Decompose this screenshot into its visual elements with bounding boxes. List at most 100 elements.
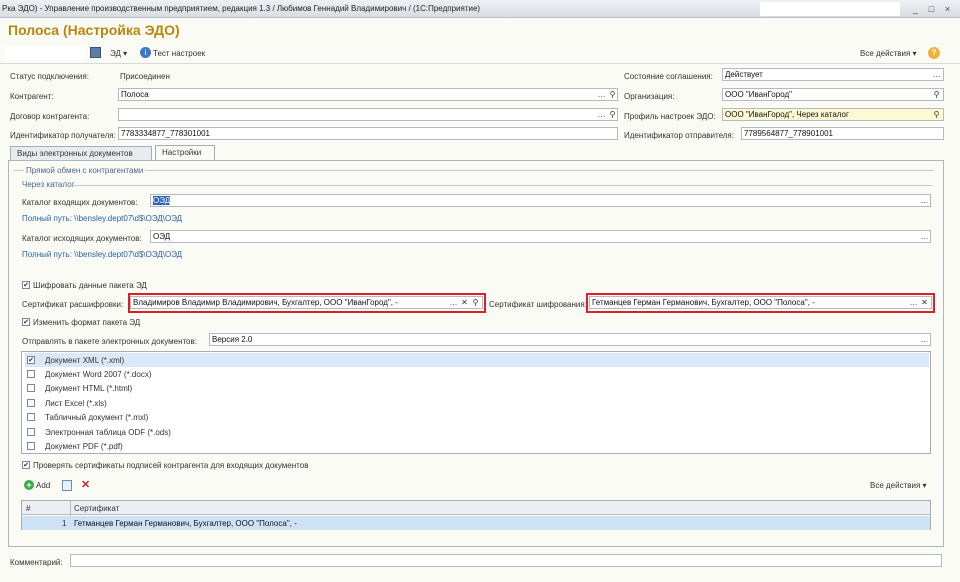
maximize-button[interactable]: □ (925, 3, 938, 15)
decrypt-cert-label: Сертификат расшифровки: (22, 300, 124, 309)
counterparty-select-button[interactable]: … (596, 89, 607, 100)
agreement-label: Состояние соглашения: (624, 72, 713, 81)
save-icon[interactable] (90, 47, 101, 58)
subgroup-divider (70, 185, 932, 186)
organization-label: Организация: (624, 92, 675, 101)
sender-id-field[interactable]: 7789564877_778901001 (741, 127, 944, 140)
format-label: Электронная таблица ODF (*.ods) (45, 428, 171, 437)
list-item[interactable]: ✔ Документ XML (*.xml) (25, 353, 929, 367)
counterparty-field[interactable]: Полоса (118, 88, 618, 101)
counterparty-label: Контрагент: (10, 92, 54, 101)
change-format-checkbox[interactable]: ✔ (22, 318, 30, 326)
receiver-id-value: 7783334877_778301001 (121, 129, 210, 138)
add-button[interactable]: Add (36, 481, 50, 490)
format-label: Табличный документ (*.mxl) (45, 413, 149, 422)
list-item[interactable]: Документ PDF (*.pdf) (25, 439, 929, 453)
copy-icon[interactable] (62, 480, 72, 491)
incoming-field[interactable]: ОЭД (150, 194, 931, 207)
format-label: Документ XML (*.xml) (45, 356, 125, 365)
add-icon[interactable]: + (24, 480, 34, 490)
subgroup-title: Через каталог (22, 180, 75, 189)
organization-field[interactable]: ООО "ИванГород" (722, 88, 944, 101)
ed-menu-button[interactable]: ЭД ▾ (110, 49, 127, 58)
profile-search-icon[interactable]: ⚲ (931, 109, 942, 120)
send-format-label: Отправлять в пакете электронных документ… (22, 337, 197, 346)
toolbar-divider (0, 63, 960, 64)
profile-value: ООО "ИванГород", Через каталог (725, 110, 849, 119)
format-label: Документ PDF (*.pdf) (45, 442, 123, 451)
contract-select-button[interactable]: … (596, 109, 607, 120)
verify-checkbox[interactable]: ✔ (22, 461, 30, 469)
close-button[interactable]: × (941, 3, 954, 15)
incoming-label: Каталог входящих документов: (22, 198, 138, 207)
profile-label: Профиль настроек ЭДО: (624, 112, 716, 121)
incoming-select-button[interactable]: … (919, 195, 930, 206)
format-checkbox[interactable] (27, 428, 35, 436)
send-format-field[interactable]: Версия 2.0 (209, 333, 931, 346)
test-settings-button[interactable]: Тест настроек (153, 49, 205, 58)
incoming-path: Полный путь: \\bensley.dept07\d$\ОЭД\ОЭД (22, 214, 183, 223)
format-checkbox[interactable] (27, 384, 35, 392)
toolbar-blank-input (5, 46, 85, 59)
group-divider (14, 170, 934, 171)
tab-document-types[interactable]: Виды электронных документов (10, 146, 152, 160)
form-title: Полоса (Настройка ЭДО) (8, 22, 180, 38)
grid-all-actions-button[interactable]: Все действия ▾ (870, 481, 927, 490)
status-label: Статус подключения: (10, 72, 89, 81)
verify-label: Проверять сертификаты подписей контраген… (33, 461, 309, 470)
agreement-field[interactable]: Действует (722, 68, 944, 81)
format-label: Документ HTML (*.html) (45, 384, 133, 393)
comment-field[interactable] (70, 554, 942, 567)
column-header-number: # (26, 504, 31, 513)
counterparty-value: Полоса (121, 90, 149, 99)
encrypt-cert-label: Сертификат шифрования: (489, 300, 587, 309)
format-checkbox[interactable] (27, 370, 35, 378)
list-item[interactable]: Документ HTML (*.html) (25, 381, 929, 395)
counterparty-search-icon[interactable]: ⚲ (607, 89, 618, 100)
list-item[interactable]: Лист Excel (*.xls) (25, 396, 929, 410)
outgoing-select-button[interactable]: … (919, 231, 930, 242)
send-format-value: Версия 2.0 (212, 335, 253, 344)
info-icon: i (140, 47, 151, 58)
contract-field[interactable] (118, 108, 618, 121)
format-checkbox[interactable] (27, 399, 35, 407)
titlebar-blank-area (760, 2, 900, 16)
incoming-value: ОЭД (153, 196, 171, 205)
format-checkbox[interactable] (27, 413, 35, 421)
format-checkbox[interactable] (27, 442, 35, 450)
send-format-select-button[interactable]: … (919, 334, 930, 345)
list-item[interactable]: Электронная таблица ODF (*.ods) (25, 425, 929, 439)
tab-settings[interactable]: Настройки (155, 145, 215, 160)
outgoing-field[interactable]: ОЭД (150, 230, 931, 243)
agreement-select-button[interactable]: … (931, 69, 942, 80)
encrypt-checkbox[interactable]: ✔ (22, 281, 30, 289)
help-icon[interactable]: ? (928, 47, 940, 59)
organization-search-icon[interactable]: ⚲ (931, 89, 942, 100)
decrypt-cert-highlight (128, 293, 486, 313)
format-checkbox[interactable]: ✔ (27, 356, 35, 364)
outgoing-path: Полный путь: \\bensley.dept07\d$\ОЭД\ОЭД (22, 250, 183, 259)
receiver-id-label: Идентификатор получателя: (10, 131, 116, 140)
minimize-button[interactable]: _ (909, 3, 922, 15)
format-label: Документ Word 2007 (*.docx) (45, 370, 152, 379)
list-item[interactable]: Табличный документ (*.mxl) (25, 410, 929, 424)
all-actions-button[interactable]: Все действия ▾ (860, 49, 917, 58)
list-item[interactable]: Документ Word 2007 (*.docx) (25, 367, 929, 381)
status-value: Присоединен (120, 72, 170, 81)
group-title: Прямой обмен с контрагентами (24, 166, 146, 175)
encrypt-label: Шифровать данные пакета ЭД (33, 281, 147, 290)
change-format-label: Изменить формат пакета ЭД (33, 318, 141, 327)
format-label: Лист Excel (*.xls) (45, 399, 107, 408)
row-number: 1 (62, 519, 67, 528)
contract-label: Договор контрагента: (10, 112, 90, 121)
receiver-id-field[interactable]: 7783334877_778301001 (118, 127, 618, 140)
delete-icon[interactable]: ✕ (81, 478, 90, 491)
table-row[interactable]: 1 Гетманцев Герман Германович, Бухгалтер… (22, 516, 930, 530)
agreement-value: Действует (725, 70, 763, 79)
profile-field[interactable]: ООО "ИванГород", Через каталог (722, 108, 944, 121)
organization-value: ООО "ИванГород" (725, 90, 792, 99)
column-header-certificate: Сертификат (74, 504, 120, 513)
window-titlebar: Рка ЭДО) - Управление производственным п… (0, 0, 960, 18)
comment-label: Комментарий: (10, 558, 63, 567)
contract-search-icon[interactable]: ⚲ (607, 109, 618, 120)
